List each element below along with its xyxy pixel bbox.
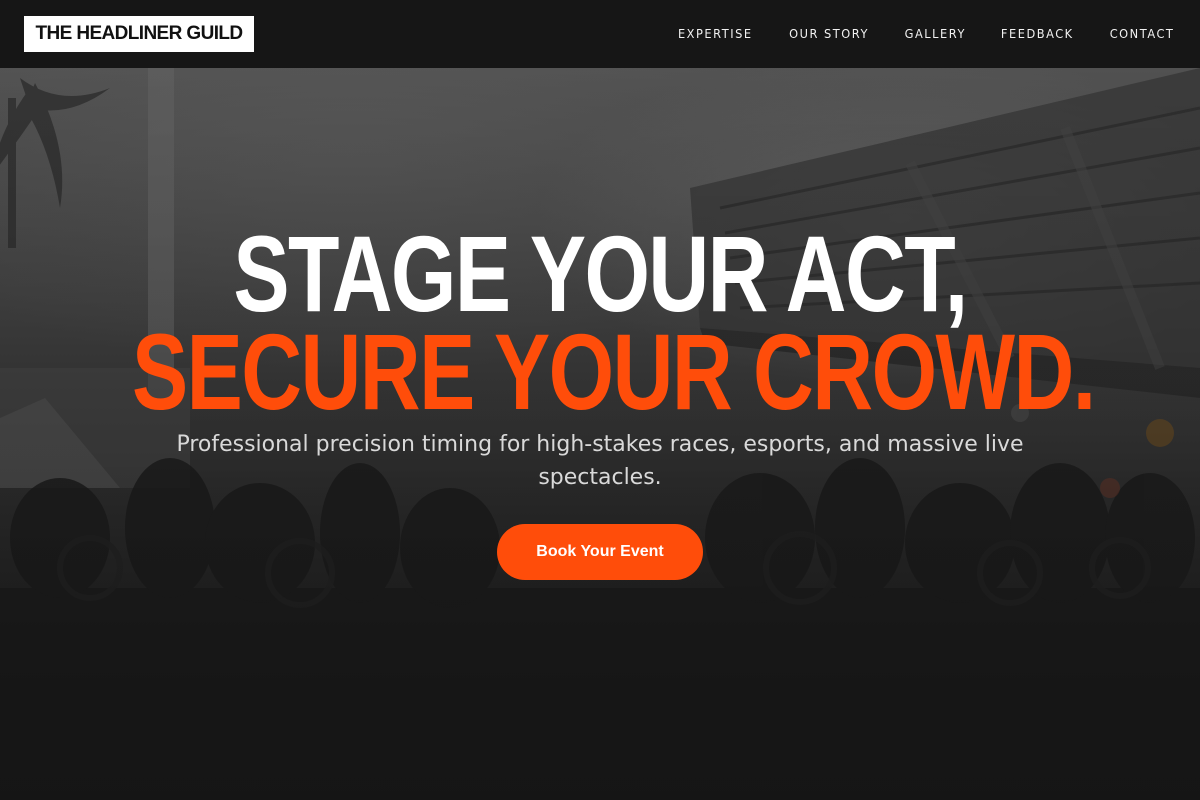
- nav-link-feedback[interactable]: FEEDBACK: [1001, 27, 1074, 41]
- book-event-button[interactable]: Book Your Event: [497, 524, 703, 580]
- nav-link-gallery[interactable]: GALLERY: [904, 27, 965, 41]
- top-navigation-bar: THE HEADLINER GUILD EXPERTISE OUR STORY …: [0, 0, 1200, 68]
- landing-page: THE HEADLINER GUILD EXPERTISE OUR STORY …: [0, 0, 1200, 800]
- main-nav: EXPERTISE OUR STORY GALLERY FEEDBACK CON…: [676, 0, 1176, 68]
- nav-link-expertise[interactable]: EXPERTISE: [678, 27, 753, 41]
- nav-link-our-story[interactable]: OUR STORY: [789, 27, 869, 41]
- hero-headline-line-2: SECURE YOUR CROWD.: [132, 311, 1096, 432]
- hero-section: STAGE YOUR ACT, SECURE YOUR CROWD. Profe…: [0, 68, 1200, 800]
- hero-subtitle: Professional precision timing for high-s…: [176, 432, 1024, 490]
- nav-link-contact[interactable]: CONTACT: [1110, 27, 1175, 41]
- brand-logo[interactable]: THE HEADLINER GUILD: [24, 16, 254, 52]
